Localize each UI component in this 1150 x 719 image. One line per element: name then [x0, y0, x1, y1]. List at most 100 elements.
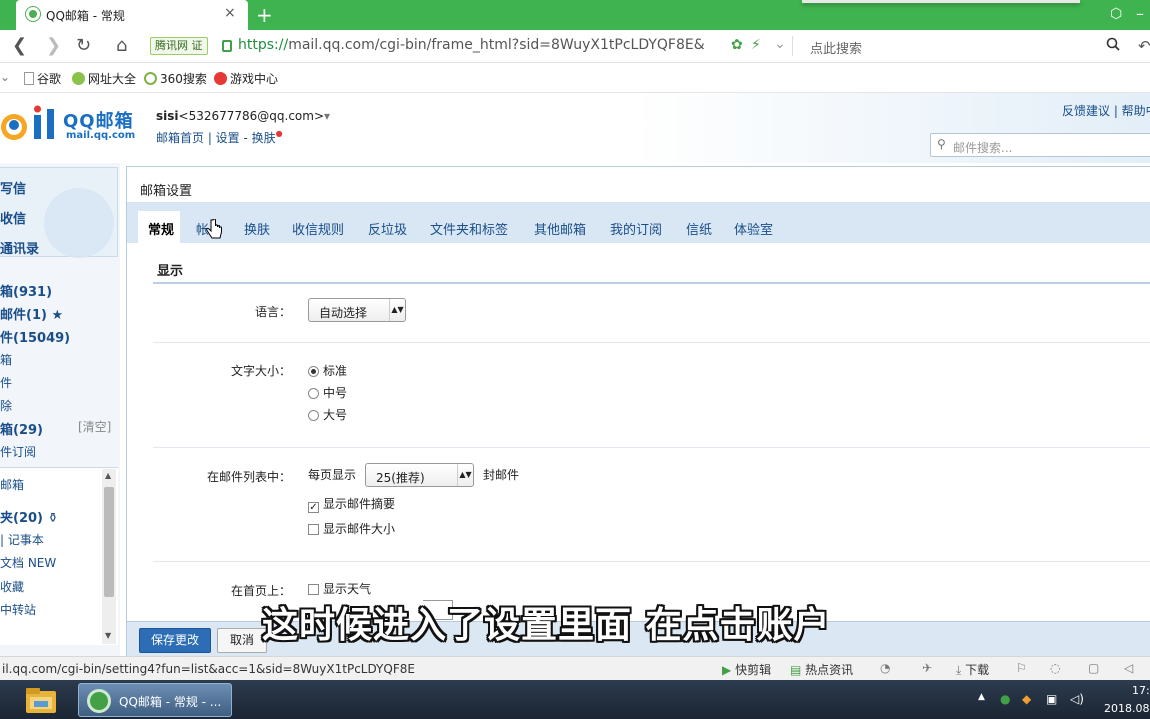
- speed-icon[interactable]: ◔: [880, 661, 890, 675]
- scrollbar-thumb[interactable]: [104, 487, 114, 597]
- clear-spam-link[interactable]: [清空]: [78, 418, 111, 435]
- search-icon: ⚲: [937, 137, 946, 151]
- lower-transfer[interactable]: 中转站: [0, 601, 36, 618]
- tab-other-mailbox[interactable]: 其他邮箱: [534, 219, 586, 238]
- qq-mail-logo-icon[interactable]: [0, 105, 58, 145]
- cancel-button[interactable]: 取消: [217, 628, 267, 653]
- folder-group[interactable]: 件(15049): [0, 327, 70, 346]
- bookmark-360search[interactable]: 360搜索: [144, 70, 207, 87]
- undo-icon[interactable]: ↶: [1138, 37, 1150, 55]
- tray-volume-icon[interactable]: ◁): [1070, 692, 1084, 706]
- tab-skin[interactable]: 换肤: [244, 219, 270, 238]
- feedback-help-links[interactable]: 反馈建议 | 帮助中: [1062, 102, 1150, 119]
- tab-subscriptions[interactable]: 我的订阅: [610, 219, 662, 238]
- back-icon[interactable]: ❮: [12, 35, 27, 56]
- hot-news-button[interactable]: ▤ 热点资讯: [790, 661, 853, 678]
- browser-tab[interactable]: QQ邮箱 - 常规 ×: [16, 0, 248, 30]
- radio-icon[interactable]: [308, 388, 319, 399]
- bookmark-games[interactable]: 游戏中心: [214, 70, 278, 87]
- folder-subscriptions[interactable]: 件订阅: [0, 443, 36, 460]
- home-icon[interactable]: ⌂: [116, 35, 127, 56]
- per-page-select[interactable]: 25(推荐) ▲▼: [365, 463, 474, 487]
- radio-checked-icon[interactable]: [308, 366, 319, 377]
- caret-down-icon[interactable]: ▾: [324, 109, 330, 123]
- folder-starred[interactable]: 邮件(1) ★: [0, 304, 63, 323]
- font-standard-radio[interactable]: 标准: [308, 362, 347, 379]
- tray-up-arrow-icon[interactable]: ▲: [978, 692, 985, 702]
- show-summary-checkbox[interactable]: ✓ 显示邮件摘要: [308, 495, 395, 513]
- search-icon[interactable]: [1106, 37, 1120, 51]
- url-bar[interactable]: 腾讯网 证 https://mail.qq.com/cgi-bin/frame_…: [146, 34, 796, 58]
- window-icon[interactable]: ▢: [1088, 661, 1099, 675]
- checkbox-icon[interactable]: [308, 524, 319, 535]
- tab-lab[interactable]: 体验室: [734, 219, 773, 238]
- tray-qq-icon[interactable]: ◆: [1022, 692, 1031, 706]
- forward-icon[interactable]: ❯: [46, 35, 61, 56]
- speed-bolt-icon[interactable]: ⚡: [751, 37, 761, 53]
- chevron-down-icon[interactable]: ⌄: [774, 36, 786, 52]
- tab-close-icon[interactable]: ×: [224, 5, 236, 21]
- font-size-label: 文字大小：: [230, 364, 291, 378]
- flag-icon[interactable]: ⚐: [1016, 661, 1027, 675]
- checkbox-icon[interactable]: [308, 584, 319, 595]
- reload-icon[interactable]: ↻: [76, 35, 91, 56]
- clock-time[interactable]: 17:: [1132, 684, 1150, 697]
- tencent-badge[interactable]: 腾讯网 证: [150, 37, 208, 55]
- sidebar-scrollbar[interactable]: ▲ ▼: [102, 469, 116, 644]
- tray-360-icon[interactable]: ●: [1000, 692, 1010, 706]
- font-medium-radio[interactable]: 中号: [308, 384, 347, 401]
- folder-sent[interactable]: 件: [0, 374, 12, 391]
- quick-edit-button[interactable]: ▶ 快剪辑: [722, 661, 771, 678]
- file-explorer-icon[interactable]: [14, 683, 66, 717]
- folder-deleted[interactable]: 除: [0, 397, 12, 414]
- radio-icon[interactable]: [308, 410, 319, 421]
- bookmark-google[interactable]: 谷歌: [24, 70, 61, 87]
- tab-stationery[interactable]: 信纸: [686, 219, 712, 238]
- scroll-up-icon[interactable]: ▲: [105, 471, 111, 480]
- divider: [153, 342, 1150, 343]
- bookmarks-chevron-icon[interactable]: ⌄: [0, 70, 10, 84]
- browser-icon[interactable]: ◌: [1050, 661, 1060, 675]
- skin-icon[interactable]: ⬡: [1110, 6, 1122, 22]
- mail-search-input[interactable]: ⚲ 邮件搜索...: [930, 133, 1150, 157]
- font-large-radio[interactable]: 大号: [308, 406, 347, 423]
- lower-favorites[interactable]: 收藏: [0, 578, 24, 595]
- save-button[interactable]: 保存更改: [139, 628, 211, 653]
- folder-drafts[interactable]: 箱: [0, 351, 12, 368]
- folder-spam[interactable]: 箱(29): [0, 419, 43, 438]
- tab-antispam[interactable]: 反垃圾: [368, 219, 407, 238]
- language-select[interactable]: 自动选择 ▲▼: [308, 298, 406, 322]
- download-button[interactable]: ⤓ 下载: [956, 661, 989, 678]
- browser-search[interactable]: 点此搜索: [800, 34, 1130, 58]
- bookmark-nav[interactable]: 网址大全: [72, 70, 136, 87]
- minimize-icon[interactable]: –: [1136, 4, 1144, 23]
- show-size-checkbox[interactable]: 显示邮件大小: [308, 520, 395, 537]
- new-tab-button[interactable]: +: [256, 3, 273, 27]
- url-scheme: https://: [238, 37, 289, 53]
- user-identity[interactable]: sisi<532677786@qq.com>▾: [156, 109, 330, 123]
- overlapping-window-edge: [802, 0, 1080, 3]
- tab-rules[interactable]: 收信规则: [292, 219, 344, 238]
- user-links[interactable]: 邮箱首页 | 设置 - 换肤●: [156, 129, 283, 146]
- plugin-icon[interactable]: ✿: [731, 37, 743, 53]
- checkbox-checked-icon[interactable]: ✓: [308, 502, 319, 513]
- clock-date[interactable]: 2018.08: [1104, 702, 1150, 715]
- tab-general[interactable]: 常规: [148, 219, 174, 238]
- tab-folders-labels[interactable]: 文件夹和标签: [430, 219, 508, 238]
- receive-button[interactable]: 收信: [0, 208, 26, 227]
- contacts-button[interactable]: 通讯录: [0, 238, 39, 257]
- lower-folders[interactable]: 夹(20) ⚱: [0, 507, 58, 526]
- url-text[interactable]: https://mail.qq.com/cgi-bin/frame_html?s…: [238, 37, 728, 53]
- lower-docs[interactable]: 文档 NEW: [0, 554, 56, 571]
- lower-notes[interactable]: | 记事本: [0, 531, 44, 548]
- browser-search-placeholder: 点此搜索: [810, 42, 863, 57]
- lower-mailbox[interactable]: 邮箱: [0, 476, 24, 493]
- volume-icon[interactable]: ◁: [1124, 661, 1133, 675]
- taskbar-qq-window[interactable]: QQ邮箱 - 常规 - ...: [78, 683, 232, 717]
- show-weather-checkbox[interactable]: 显示天气: [308, 580, 371, 597]
- tray-network-icon[interactable]: ▣: [1046, 692, 1057, 706]
- pin-icon[interactable]: ✈: [922, 661, 932, 675]
- write-button[interactable]: 写信: [0, 178, 26, 197]
- scroll-down-icon[interactable]: ▼: [105, 631, 111, 640]
- folder-inbox[interactable]: 箱(931): [0, 281, 52, 300]
